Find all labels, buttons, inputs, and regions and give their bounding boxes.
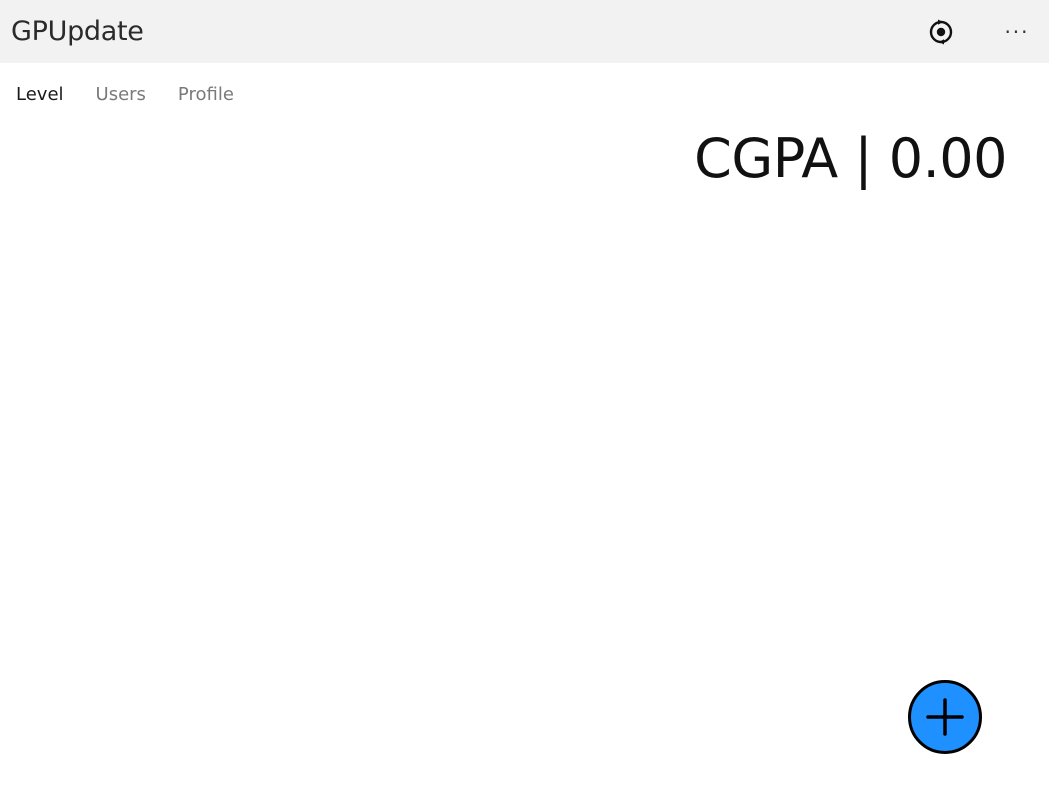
more-icon: ··· (1004, 20, 1030, 44)
add-button[interactable] (908, 680, 982, 754)
plus-icon (926, 698, 964, 736)
sync-button[interactable] (921, 12, 961, 52)
title-bar: GPUpdate ··· (0, 0, 1049, 63)
pivot-tabs: Level Users Profile (0, 80, 250, 114)
tab-profile[interactable]: Profile (162, 80, 250, 114)
more-options-button[interactable]: ··· (997, 12, 1037, 52)
tab-users[interactable]: Users (80, 80, 162, 114)
app-title: GPUpdate (11, 16, 144, 47)
cgpa-display: CGPA | 0.00 (694, 127, 1007, 190)
tab-level[interactable]: Level (0, 80, 80, 114)
sync-circle-icon (929, 19, 953, 45)
app-window: GPUpdate ··· Level Users Profile CGPA | … (0, 0, 1049, 787)
